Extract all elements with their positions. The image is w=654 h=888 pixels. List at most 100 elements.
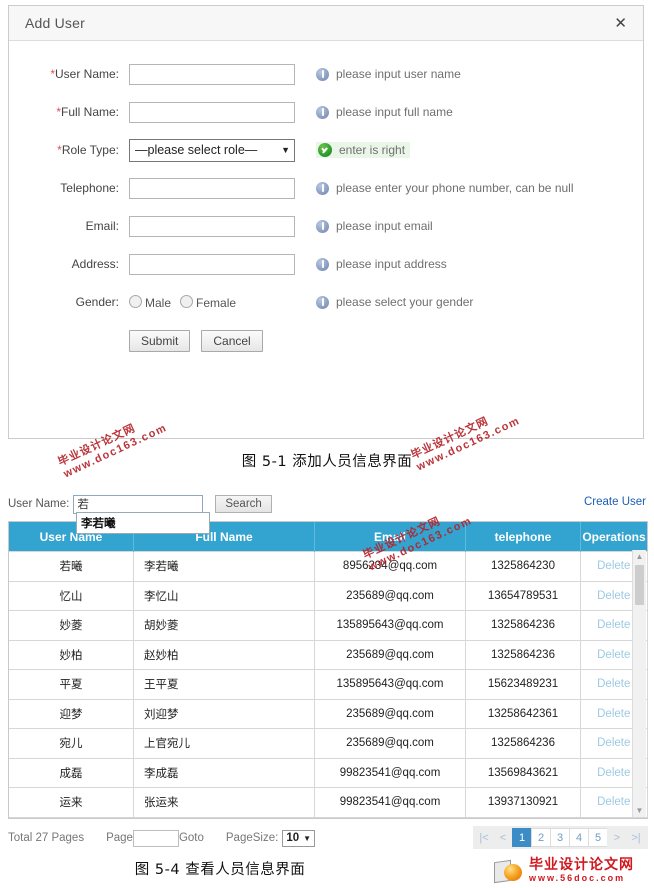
cancel-button[interactable]: Cancel: [201, 330, 263, 352]
control-address: [129, 253, 299, 275]
goto-label[interactable]: Goto: [179, 832, 204, 844]
user-table-container: User Name Full Name Email telephone Oper…: [8, 521, 648, 819]
dialog-button-row: Submit Cancel: [9, 321, 643, 361]
table-row: 平夏 王平夏 135895643@qq.com 15623489231 Delete: [9, 669, 648, 700]
close-icon[interactable]: ✕: [612, 14, 629, 33]
table-row: 运来 张运来 99823541@qq.com 13937130921 Delete: [9, 787, 648, 818]
field-row-address: Address: please input address: [9, 245, 643, 283]
hint-text: please input user name: [336, 67, 461, 81]
dialog-titlebar: Add User ✕: [9, 6, 643, 41]
pagesize-select[interactable]: 10 ▼: [282, 829, 316, 847]
cell-email: 8956234@qq.com: [314, 551, 466, 582]
search-button[interactable]: Search: [215, 495, 272, 513]
telephone-input[interactable]: [129, 177, 295, 199]
page-label: Page: [106, 832, 133, 844]
label-gender: Gender:: [19, 295, 129, 309]
role-type-select[interactable]: —please select role— ▼: [129, 138, 295, 162]
cell-full-name: 李成磊: [133, 757, 315, 788]
scroll-down-arrow-icon[interactable]: ▼: [633, 804, 646, 817]
search-label: User Name:: [8, 498, 70, 510]
hint-role-type: enter is right: [316, 142, 411, 158]
page-button-2[interactable]: 2: [531, 828, 551, 847]
cell-email: 235689@qq.com: [314, 580, 466, 611]
logo-site-url: www.56doc.com: [529, 873, 626, 883]
cell-telephone: 15623489231: [465, 669, 581, 700]
table-row: 宛儿 上官宛儿 235689@qq.com 1325864236 Delete: [9, 728, 648, 759]
screenshot-root: Add User ✕ *User Name: please input user…: [0, 0, 654, 888]
cell-user-name: 平夏: [9, 669, 134, 700]
figure-4-caption: 图 5-4 查看人员信息界面: [134, 862, 306, 878]
page-button-1[interactable]: 1: [512, 828, 532, 847]
delete-link[interactable]: Delete: [597, 560, 630, 572]
submit-button[interactable]: Submit: [129, 330, 191, 352]
scroll-up-arrow-icon[interactable]: ▲: [633, 550, 646, 563]
add-user-dialog: Add User ✕ *User Name: please input user…: [8, 5, 644, 439]
address-input[interactable]: [129, 253, 295, 275]
user-table-body: 若曦 李若曦 8956234@qq.com 1325864230 Delete 忆山 李忆山…: [9, 551, 648, 818]
gender-radio-male[interactable]: Male: [129, 294, 171, 310]
info-icon: [316, 219, 329, 233]
delete-link[interactable]: Delete: [597, 590, 630, 602]
column-header-email[interactable]: Email: [314, 522, 466, 552]
table-vertical-scrollbar[interactable]: ▲ ▼: [632, 550, 646, 817]
page-number-input[interactable]: [132, 829, 179, 847]
page-button-[interactable]: <: [493, 828, 513, 847]
table-row: 迎梦 刘迎梦 235689@qq.com 13258642361 Delete: [9, 698, 648, 729]
cell-full-name: 李若曦: [133, 551, 315, 582]
create-user-link[interactable]: Create User: [584, 496, 646, 508]
control-email: [129, 215, 299, 237]
delete-link[interactable]: Delete: [597, 737, 630, 749]
hint-text: please input full name: [336, 105, 453, 119]
cell-telephone: 13937130921: [465, 787, 581, 818]
full-name-input[interactable]: [129, 101, 295, 123]
label-telephone: Telephone:: [19, 181, 129, 195]
pagesize-value: 10: [286, 832, 300, 844]
cell-email: 235689@qq.com: [314, 639, 466, 670]
gender-radio-female[interactable]: Female: [180, 294, 236, 310]
cell-full-name: 赵妙柏: [133, 639, 315, 670]
user-list-panel: User Name: Search Create User 李若曦 User N…: [8, 492, 648, 819]
radio-icon: [129, 294, 142, 308]
control-role-type: —please select role— ▼: [129, 138, 299, 162]
logo-ball-shape: [504, 863, 522, 881]
delete-link[interactable]: Delete: [597, 678, 630, 690]
label-user-name: *User Name:: [19, 67, 129, 81]
chevron-down-icon: ▼: [303, 833, 312, 843]
page-buttons: |< <1 2 3 4 5 > >|: [473, 826, 648, 849]
page-button-3[interactable]: 3: [550, 828, 570, 847]
cell-user-name: 若曦: [9, 551, 134, 582]
label-address: Address:: [19, 257, 129, 271]
field-row-user-name: *User Name: please input user name: [9, 55, 643, 93]
user-table: User Name Full Name Email telephone Oper…: [9, 522, 648, 818]
autocomplete-item[interactable]: 李若曦: [77, 513, 209, 533]
search-input[interactable]: [73, 494, 204, 514]
control-telephone: [129, 177, 299, 199]
delete-link[interactable]: Delete: [597, 619, 630, 631]
control-full-name: [129, 101, 299, 123]
cell-email: 99823541@qq.com: [314, 757, 466, 788]
page-button-4[interactable]: 4: [569, 828, 589, 847]
label-text: Gender:: [75, 295, 119, 309]
delete-link[interactable]: Delete: [597, 708, 630, 720]
column-header-telephone[interactable]: telephone: [465, 522, 581, 552]
delete-link[interactable]: Delete: [597, 796, 630, 808]
column-header-operations[interactable]: Operations: [580, 522, 647, 552]
page-button-[interactable]: >: [607, 828, 627, 847]
cell-full-name: 刘迎梦: [133, 698, 315, 729]
user-name-input[interactable]: [129, 63, 295, 85]
hint-text: please input address: [336, 257, 447, 271]
email-input[interactable]: [129, 215, 295, 237]
page-button-[interactable]: |<: [474, 828, 494, 847]
label-text: User Name:: [54, 67, 119, 81]
label-text: Role Type:: [61, 143, 119, 157]
cell-full-name: 上官宛儿: [133, 728, 315, 759]
label-text: Address:: [71, 257, 119, 271]
info-icon: [316, 257, 329, 271]
page-button-5[interactable]: 5: [588, 828, 608, 847]
cell-user-name: 迎梦: [9, 698, 134, 729]
scrollbar-thumb[interactable]: [635, 565, 644, 605]
delete-link[interactable]: Delete: [597, 767, 630, 779]
delete-link[interactable]: Delete: [597, 649, 630, 661]
page-button-[interactable]: >|: [626, 828, 646, 847]
pagesize-label: PageSize:: [225, 832, 279, 844]
